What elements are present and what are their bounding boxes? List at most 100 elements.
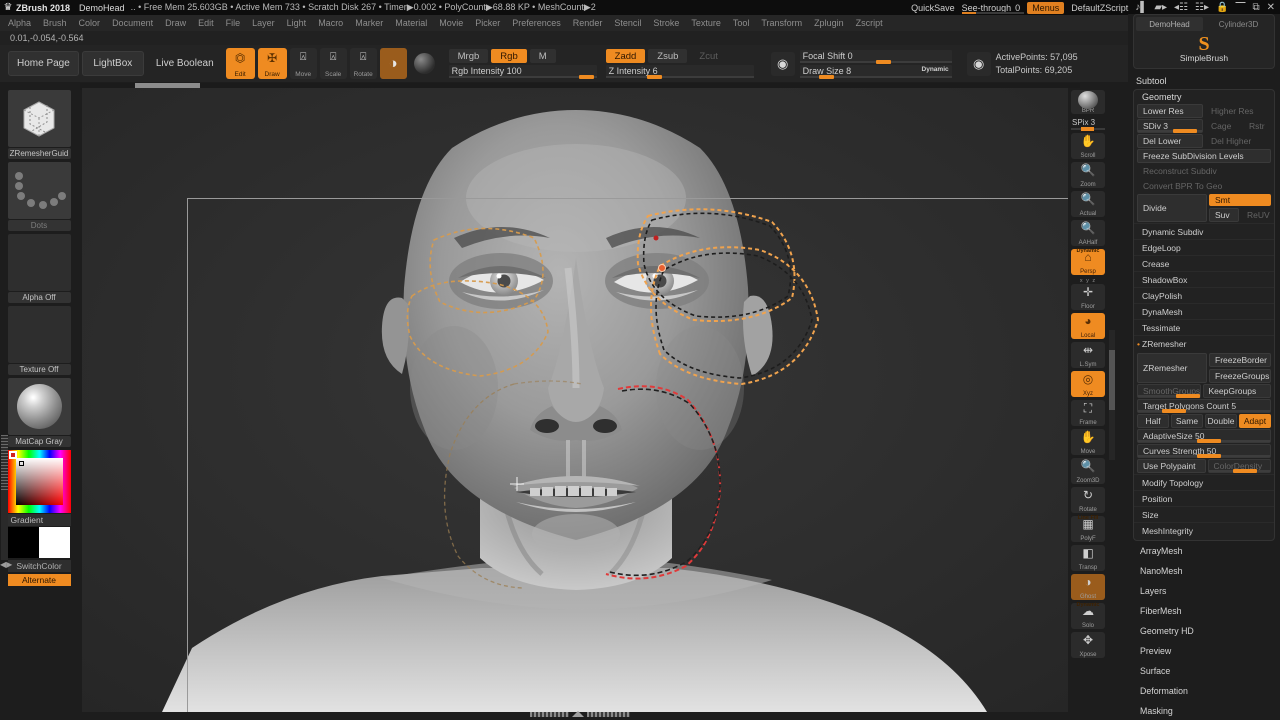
same-button[interactable]: Same <box>1171 414 1203 428</box>
freeze-groups-button[interactable]: FreezeGroups <box>1209 369 1271 383</box>
adaptive-size-slider[interactable]: AdaptiveSize 50 <box>1137 429 1271 443</box>
home-page-button[interactable]: Home Page <box>8 51 79 76</box>
speaker-icon[interactable]: ♪▌ <box>1135 2 1147 13</box>
rail-button-l-sym[interactable]: ⇹ L.Sym <box>1071 342 1105 368</box>
section-shadowbox[interactable]: ShadowBox <box>1134 271 1274 287</box>
rotate-mode-button[interactable]: ⍓ Rotate <box>349 48 377 79</box>
menus-button[interactable]: Menus <box>1027 1 1065 14</box>
window-prev-icon[interactable]: ◂☷ <box>1174 2 1188 13</box>
position-row[interactable]: Position <box>1134 490 1274 506</box>
tool-section-nanomesh[interactable]: NanoMesh <box>1128 561 1280 581</box>
rail-button-ghost[interactable]: ◑ Ghost <box>1071 574 1105 600</box>
rail-button-local[interactable]: ◕ Local <box>1071 313 1105 339</box>
scrub-right-track[interactable] <box>587 711 630 717</box>
adapt-button[interactable]: Adapt <box>1239 414 1271 428</box>
keep-groups-button[interactable]: KeepGroups <box>1202 384 1271 398</box>
rail-button-move[interactable]: ✋ Move <box>1071 429 1105 455</box>
timeline-scrub[interactable] <box>530 711 630 717</box>
section-dynamesh[interactable]: DynaMesh <box>1134 303 1274 319</box>
menu-item-edit[interactable]: Edit <box>192 17 220 29</box>
rail-button-transp[interactable]: ◧ Transp <box>1071 545 1105 571</box>
section-claypolish[interactable]: ClayPolish <box>1134 287 1274 303</box>
minimize-icon[interactable]: ⎺ <box>1235 2 1245 13</box>
menu-item-material[interactable]: Material <box>389 17 433 29</box>
tool-slot-demohead[interactable]: DemoHead <box>1136 17 1203 31</box>
see-through-slider[interactable]: See-through 0 <box>961 3 1024 14</box>
freeze-border-button[interactable]: FreezeBorder <box>1209 353 1271 367</box>
half-button[interactable]: Half <box>1137 414 1169 428</box>
tool-section-masking[interactable]: Masking <box>1128 701 1280 720</box>
material-button[interactable]: ◑ <box>379 48 407 79</box>
menu-item-zscript[interactable]: Zscript <box>850 17 889 29</box>
divide-button[interactable]: Divide <box>1137 194 1207 222</box>
rail-scrollbar[interactable] <box>1109 330 1115 460</box>
zscript-name[interactable]: DefaultZScript <box>1071 3 1128 13</box>
menu-item-preferences[interactable]: Preferences <box>506 17 567 29</box>
suv-button[interactable]: Suv <box>1209 208 1239 222</box>
rail-button-xpose[interactable]: ✥ Xpose <box>1071 632 1105 658</box>
move-mode-button[interactable]: ⍓ Move <box>289 48 317 79</box>
draw-mode-button[interactable]: ✠ Draw <box>257 48 287 79</box>
subtool-section-title[interactable]: Subtool <box>1128 73 1280 89</box>
bpr-button[interactable]: BPR <box>1071 90 1105 114</box>
menu-item-brush[interactable]: Brush <box>37 17 73 29</box>
rail-button-persp[interactable]: Dynamic ⌂ Persp <box>1071 248 1105 275</box>
rail-button-scroll[interactable]: ✋ Scroll <box>1071 133 1105 159</box>
rgb-intensity-slider[interactable]: Rgb Intensity 100 <box>448 65 597 79</box>
menu-item-macro[interactable]: Macro <box>312 17 349 29</box>
menu-item-light[interactable]: Light <box>281 17 313 29</box>
scrub-handle-icon[interactable] <box>572 711 585 717</box>
rail-button-frame[interactable]: ⛶ Frame <box>1071 400 1105 426</box>
close-icon[interactable]: ✕ <box>1267 2 1275 13</box>
menu-item-file[interactable]: File <box>220 17 247 29</box>
brush-selector[interactable]: ZRemesherGuid <box>7 90 71 159</box>
zremesher-button[interactable]: ZRemesher <box>1137 353 1207 383</box>
section-crease[interactable]: Crease <box>1134 255 1274 271</box>
rail-button-aahalf[interactable]: 🔍 AAHalf <box>1071 220 1105 246</box>
modify-topology-row[interactable]: Modify Topology <box>1134 474 1274 490</box>
menu-item-texture[interactable]: Texture <box>685 17 727 29</box>
tool-section-layers[interactable]: Layers <box>1128 581 1280 601</box>
primary-color-swatch[interactable] <box>7 527 39 558</box>
edit-mode-button[interactable]: ⏣ Edit <box>225 48 255 79</box>
freeze-subdivision-button[interactable]: Freeze SubDivision Levels <box>1137 149 1271 163</box>
tool-section-arraymesh[interactable]: ArrayMesh <box>1128 541 1280 561</box>
points-d-icon[interactable]: ◉ <box>966 51 991 76</box>
section-edgeloop[interactable]: EdgeLoop <box>1134 239 1274 255</box>
scrub-left-track[interactable] <box>530 711 570 717</box>
section-dynamic-subdiv[interactable]: Dynamic Subdiv <box>1134 223 1274 239</box>
curves-strength-slider[interactable]: Curves Strength 50 <box>1137 444 1271 458</box>
menu-item-stencil[interactable]: Stencil <box>608 17 647 29</box>
z-intensity-slider[interactable]: Z Intensity 6 <box>605 65 754 79</box>
menu-item-zplugin[interactable]: Zplugin <box>808 17 850 29</box>
rgb-button[interactable]: Rgb <box>491 49 527 63</box>
menu-item-alpha[interactable]: Alpha <box>2 17 37 29</box>
rail-button-actual[interactable]: 🔍 Actual <box>1071 191 1105 217</box>
window-next-icon[interactable]: ☷▸ <box>1195 2 1209 13</box>
secondary-color-swatch[interactable] <box>38 527 70 558</box>
menu-item-layer[interactable]: Layer <box>246 17 281 29</box>
color-swatches[interactable] <box>7 527 71 558</box>
del-lower-button[interactable]: Del Lower <box>1137 134 1203 148</box>
smt-button[interactable]: Smt <box>1209 194 1271 206</box>
zadd-button[interactable]: Zadd <box>605 49 646 63</box>
menu-item-movie[interactable]: Movie <box>433 17 469 29</box>
mrgb-button[interactable]: Mrgb <box>448 49 489 63</box>
menu-item-tool[interactable]: Tool <box>727 17 756 29</box>
rail-button-floor[interactable]: ✛ Floor <box>1071 284 1105 310</box>
mesh-integrity-row[interactable]: MeshIntegrity <box>1134 522 1274 538</box>
monitor-icon[interactable]: ▰▸ <box>1154 2 1167 13</box>
tool-section-geometry-hd[interactable]: Geometry HD <box>1128 621 1280 641</box>
lightbox-button[interactable]: LightBox <box>81 51 144 76</box>
rail-button-solo[interactable]: Dynamic ☁ Solo <box>1071 602 1105 629</box>
target-polygons-slider[interactable]: Target Polygons Count 5 <box>1137 399 1271 413</box>
spix-slider[interactable]: SPix 3 <box>1071 117 1105 131</box>
menu-item-stroke[interactable]: Stroke <box>647 17 685 29</box>
lock-icon[interactable]: 🔒 <box>1216 2 1228 13</box>
lower-res-button[interactable]: Lower Res <box>1137 104 1203 118</box>
rail-button-xyz[interactable]: ◎ Xyz <box>1071 371 1105 397</box>
rail-button-rotate[interactable]: ↻ Rotate <box>1071 487 1105 513</box>
tool-section-deformation[interactable]: Deformation <box>1128 681 1280 701</box>
quicksave-button[interactable]: QuickSave <box>911 3 955 13</box>
viewport-canvas[interactable] <box>82 88 1068 712</box>
